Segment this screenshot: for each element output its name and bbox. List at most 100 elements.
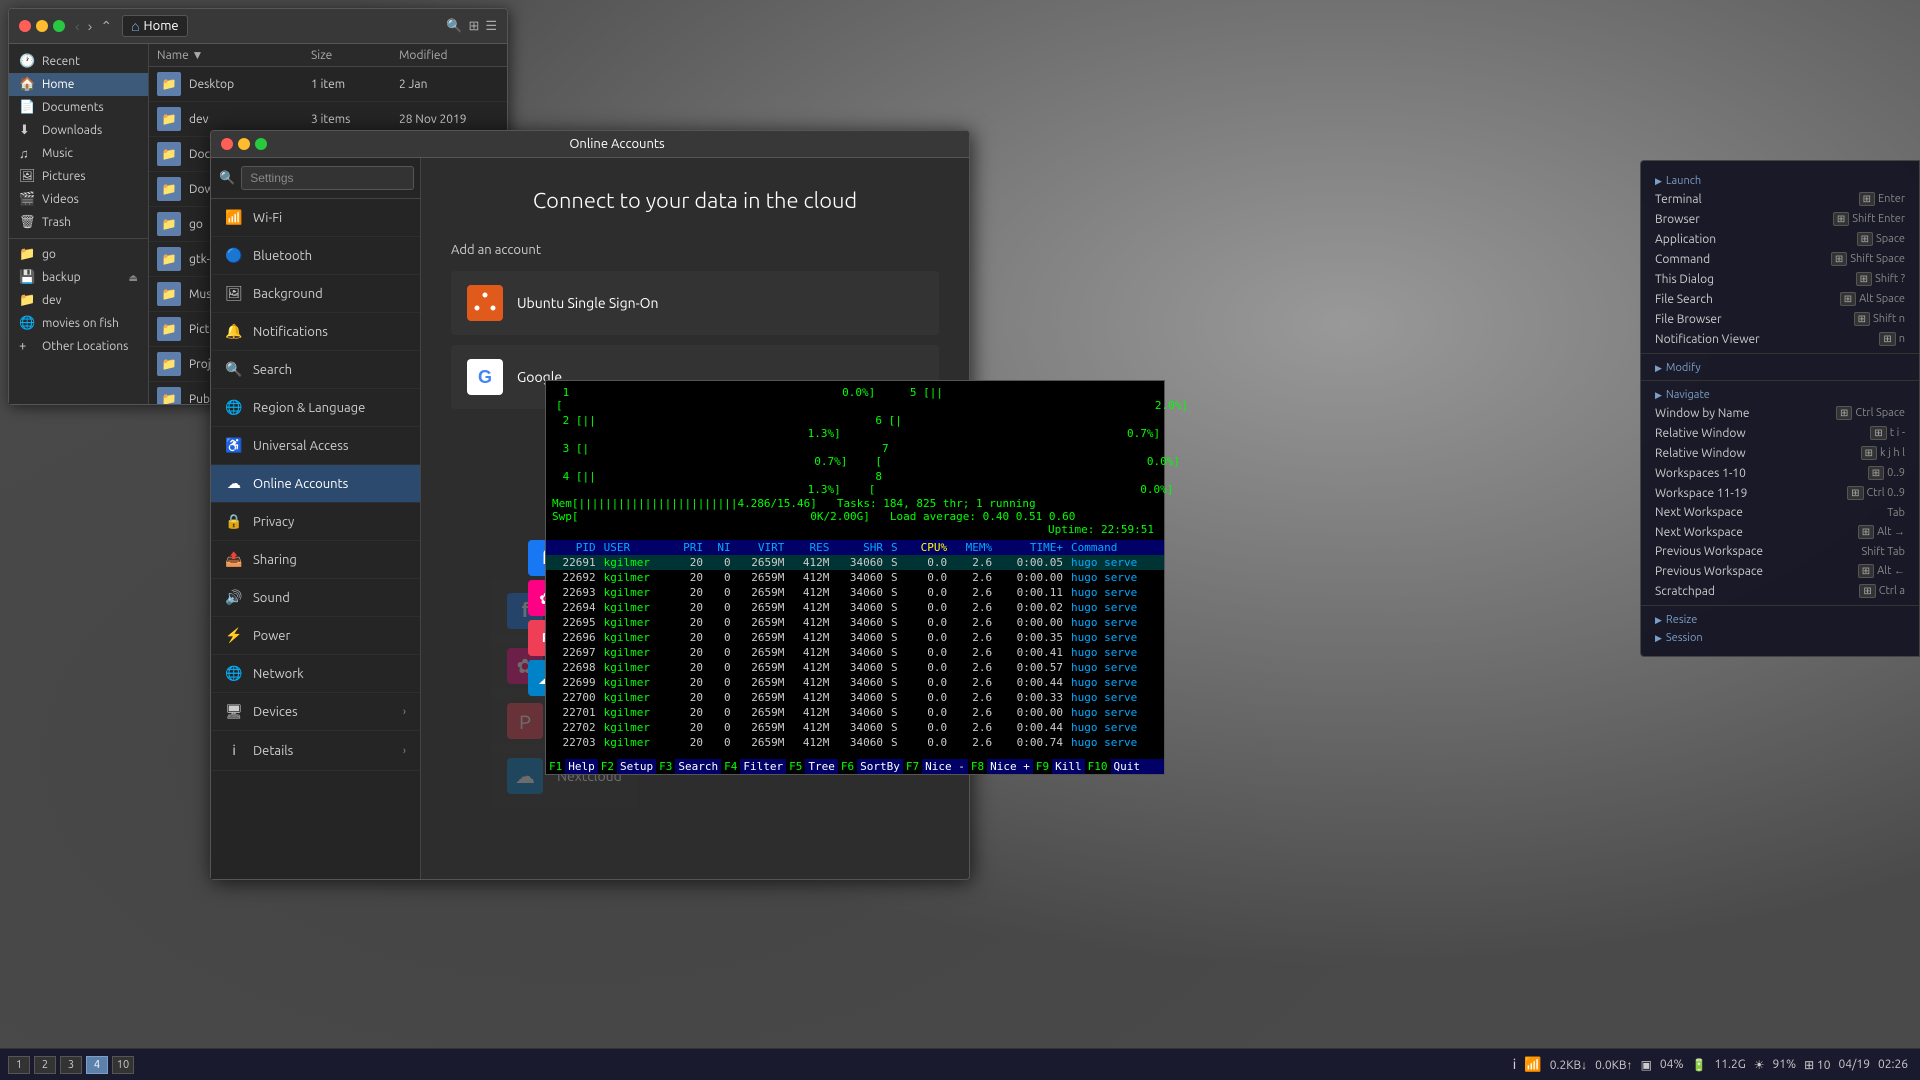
settings-nav-sound[interactable]: 🔊 Sound [211, 579, 420, 617]
sidebar-item-music[interactable]: ♫ Music [9, 142, 148, 165]
settings-search-input[interactable] [241, 166, 414, 190]
settings-nav-online-accounts[interactable]: ☁ Online Accounts [211, 465, 420, 503]
sidebar-item-backup[interactable]: 💾 backup ⏏ [9, 266, 148, 289]
settings-nav-privacy[interactable]: 🔒 Privacy [211, 503, 420, 541]
workspace-1[interactable]: 1 [8, 1056, 30, 1074]
f6-key[interactable]: F6 [838, 759, 857, 774]
launch-item-this-dialog[interactable]: This Dialog ⊞ Shift ? [1641, 269, 1919, 289]
htop-process-row[interactable]: 22694kgilmer2002659M412M34060S0.02.60:00… [546, 600, 1164, 615]
info-icon[interactable]: ℹ [1513, 1055, 1517, 1074]
htop-process-row[interactable]: 22700kgilmer2002659M412M34060S0.02.60:00… [546, 690, 1164, 705]
f5-key[interactable]: F5 [786, 759, 805, 774]
sidebar-item-go[interactable]: 📁 go [9, 243, 148, 266]
sidebar-item-recent[interactable]: 🕐 Recent [9, 50, 148, 73]
launch-item-workspace-11-19[interactable]: Workspace 11-19 ⊞ Ctrl 0..9 [1641, 483, 1919, 503]
htop-process-row[interactable]: 22692kgilmer2002659M412M34060S0.02.60:00… [546, 570, 1164, 585]
f9-key[interactable]: F9 [1033, 759, 1052, 774]
launch-item-next-workspace-2[interactable]: Next Workspace ⊞ Alt → [1641, 522, 1919, 542]
launch-item-relative-window-1[interactable]: Relative Window ⊞ t i - [1641, 423, 1919, 443]
column-modified[interactable]: Modified [399, 49, 499, 62]
close-button[interactable] [19, 20, 31, 32]
launch-item-terminal[interactable]: Terminal ⊞ Enter [1641, 189, 1919, 209]
settings-nav-sharing[interactable]: 📤 Sharing [211, 541, 420, 579]
f1-key[interactable]: F1 [546, 759, 565, 774]
trash-icon: 🗑 [19, 215, 35, 230]
search-icon[interactable]: 🔍 [446, 19, 462, 34]
apps-icon[interactable]: ⊞ [468, 19, 479, 34]
settings-nav-notifications[interactable]: 🔔 Notifications [211, 313, 420, 351]
cell: 412M [788, 660, 833, 675]
workspace-2[interactable]: 2 [34, 1056, 56, 1074]
htop-process-row[interactable]: 22698kgilmer2002659M412M34060S0.02.60:00… [546, 660, 1164, 675]
settings-nav-wifi[interactable]: 📶 Wi-Fi [211, 199, 420, 237]
htop-process-row[interactable]: 22703kgilmer2002659M412M34060S0.02.60:00… [546, 735, 1164, 750]
location-bar[interactable]: ⌂ Home [122, 15, 188, 37]
sidebar-item-videos[interactable]: 🎬 Videos [9, 188, 148, 211]
settings-nav-region[interactable]: 🌐 Region & Language [211, 389, 420, 427]
forward-button[interactable]: › [86, 18, 95, 34]
workspace-4[interactable]: 4 [86, 1056, 108, 1074]
settings-nav-background[interactable]: 🖼 Background [211, 275, 420, 313]
eject-icon[interactable]: ⏏ [129, 272, 138, 284]
htop-process-row[interactable]: 22699kgilmer2002659M412M34060S0.02.60:00… [546, 675, 1164, 690]
settings-nav-universal-access[interactable]: ♿ Universal Access [211, 427, 420, 465]
htop-process-row[interactable]: 22693kgilmer2002659M412M34060S0.02.60:00… [546, 585, 1164, 600]
launch-item-prev-workspace-1[interactable]: Previous Workspace Shift Tab [1641, 542, 1919, 561]
htop-process-row[interactable]: 22696kgilmer2002659M412M34060S0.02.60:00… [546, 630, 1164, 645]
f4-key[interactable]: F4 [721, 759, 740, 774]
back-button[interactable]: ‹ [73, 18, 82, 34]
column-name[interactable]: Name ▼ [157, 48, 303, 62]
close-button[interactable] [221, 138, 233, 150]
settings-nav-devices[interactable]: 🖥 Devices › [211, 693, 420, 731]
cell: 34060 [833, 675, 887, 690]
sidebar-item-home[interactable]: 🏠 Home [9, 73, 148, 96]
workspace-3[interactable]: 3 [60, 1056, 82, 1074]
workspace-10[interactable]: 10 [112, 1056, 134, 1074]
launch-item-file-search[interactable]: File Search ⊞ Alt Space [1641, 289, 1919, 309]
sidebar-item-dev[interactable]: 📁 dev [9, 289, 148, 312]
htop-process-row[interactable]: 22695kgilmer2002659M412M34060S0.02.60:00… [546, 615, 1164, 630]
sidebar-item-documents[interactable]: 📄 Documents [9, 96, 148, 119]
launch-item-relative-window-2[interactable]: Relative Window ⊞ k j h l [1641, 443, 1919, 463]
cell: 20 [671, 630, 707, 645]
f10-key[interactable]: F10 [1085, 759, 1111, 774]
settings-nav-search[interactable]: 🔍 Search [211, 351, 420, 389]
up-button[interactable]: ⌃ [98, 18, 114, 35]
launch-item-prev-workspace-2[interactable]: Previous Workspace ⊞ Alt ← [1641, 561, 1919, 581]
account-item-ubuntu[interactable]: Ubuntu Single Sign-On [451, 271, 939, 335]
settings-nav-power[interactable]: ⚡ Power [211, 617, 420, 655]
launch-item-application[interactable]: Application ⊞ Space [1641, 229, 1919, 249]
minimize-button[interactable] [36, 20, 48, 32]
sidebar-item-movies-on-fish[interactable]: 🌐 movies on fish [9, 312, 148, 335]
launch-item-command[interactable]: Command ⊞ Shift Space [1641, 249, 1919, 269]
table-row[interactable]: 📁 Desktop 1 item 2 Jan [149, 67, 507, 102]
cell: 2.6 [951, 690, 996, 705]
f7-key[interactable]: F7 [903, 759, 922, 774]
maximize-button[interactable] [53, 20, 65, 32]
menu-icon[interactable]: ☰ [485, 19, 497, 34]
sidebar-item-trash[interactable]: 🗑 Trash [9, 211, 148, 234]
f2-key[interactable]: F2 [598, 759, 617, 774]
launch-item-workspaces-1-10[interactable]: Workspaces 1-10 ⊞ 0..9 [1641, 463, 1919, 483]
f3-key[interactable]: F3 [656, 759, 675, 774]
htop-process-row[interactable]: 22702kgilmer2002659M412M34060S0.02.60:00… [546, 720, 1164, 735]
settings-nav-bluetooth[interactable]: 🔵 Bluetooth [211, 237, 420, 275]
launch-item-scratchpad[interactable]: Scratchpad ⊞ Ctrl a [1641, 581, 1919, 601]
sidebar-item-pictures[interactable]: 🖼 Pictures [9, 165, 148, 188]
column-size[interactable]: Size [311, 49, 391, 62]
launch-item-window-by-name[interactable]: Window by Name ⊞ Ctrl Space [1641, 403, 1919, 423]
settings-nav-network[interactable]: 🌐 Network [211, 655, 420, 693]
minimize-button[interactable] [238, 138, 250, 150]
launch-item-browser[interactable]: Browser ⊞ Shift Enter [1641, 209, 1919, 229]
htop-process-row[interactable]: 22697kgilmer2002659M412M34060S0.02.60:00… [546, 645, 1164, 660]
sidebar-item-downloads[interactable]: ⬇ Downloads [9, 119, 148, 142]
maximize-button[interactable] [255, 138, 267, 150]
launch-item-next-workspace-1[interactable]: Next Workspace Tab [1641, 503, 1919, 522]
settings-nav-details[interactable]: ℹ Details › [211, 731, 420, 771]
sidebar-item-other-locations[interactable]: + Other Locations [9, 335, 148, 357]
htop-process-row[interactable]: 22701kgilmer2002659M412M34060S0.02.60:00… [546, 705, 1164, 720]
f8-key[interactable]: F8 [968, 759, 987, 774]
htop-process-row[interactable]: 22691kgilmer2002659M412M34060S0.02.60:00… [546, 555, 1164, 570]
launch-item-file-browser[interactable]: File Browser ⊞ Shift n [1641, 309, 1919, 329]
launch-item-notification-viewer[interactable]: Notification Viewer ⊞ n [1641, 329, 1919, 349]
